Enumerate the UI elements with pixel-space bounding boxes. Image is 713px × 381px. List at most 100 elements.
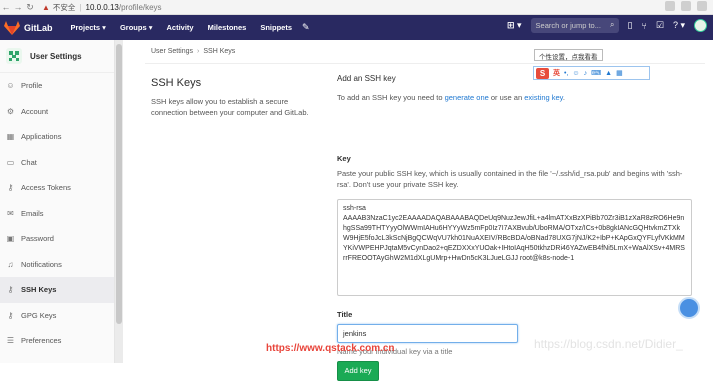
insecure-label[interactable]: 不安全: [53, 2, 76, 13]
sidebar-item-gpg-keys[interactable]: ⚷ GPG Keys: [0, 303, 114, 329]
emoji-icon[interactable]: ☺: [572, 70, 579, 77]
add-key-button[interactable]: Add key: [337, 361, 379, 381]
sidebar-item-ssh-keys[interactable]: ⚷ SSH Keys: [0, 277, 114, 303]
gpg-key-icon: ⚷: [7, 310, 14, 320]
ime-tooltip: 个性设置，点我看看: [534, 49, 603, 61]
gitlab-brand[interactable]: GitLab: [24, 23, 53, 33]
sidebar: User Settings ☺ Profile ⚙ Account ▦ Applica…: [0, 40, 123, 363]
ime-mode-toggle[interactable]: 英: [553, 68, 560, 78]
breadcrumb: User Settings › SSH Keys: [151, 48, 235, 55]
floating-action-button[interactable]: [678, 297, 700, 319]
sidebar-item-account[interactable]: ⚙ Account: [0, 99, 114, 125]
envelope-icon: ✉: [7, 208, 14, 218]
user-avatar[interactable]: [694, 19, 707, 32]
ssh-key-icon: ⚷: [7, 285, 14, 295]
title-label: Title: [337, 310, 353, 319]
key-label: Key: [337, 154, 351, 163]
sidebar-title: User Settings: [30, 51, 82, 61]
url-divider: |: [79, 2, 82, 12]
generate-one-link[interactable]: generate one: [445, 93, 489, 102]
sidebar-item-password[interactable]: ▣ Password: [0, 226, 114, 252]
toolbox-icon[interactable]: ▦: [616, 69, 623, 77]
gitlab-logo-icon[interactable]: [4, 20, 20, 35]
gitlab-header: GitLab Projects ▾ Groups ▾ Activity Mile…: [0, 15, 713, 40]
sidebar-item-label: Preferences: [21, 336, 62, 346]
microphone-icon[interactable]: ♪: [584, 70, 588, 77]
sidebar-scrollbar[interactable]: [115, 40, 123, 363]
nav-snippets[interactable]: Snippets: [260, 23, 292, 32]
watermark-left: https://www.qstack.com.cn: [266, 343, 395, 354]
nav-groups[interactable]: Groups ▾: [120, 23, 153, 32]
sidebar-item-label: GPG Keys: [21, 310, 57, 320]
nav-milestones[interactable]: Milestones: [208, 23, 247, 32]
ssh-intro: SSH Keys SSH keys allow you to establish…: [151, 77, 316, 118]
breadcrumb-parent[interactable]: User Settings: [151, 48, 193, 55]
back-icon[interactable]: ←: [0, 2, 12, 12]
punctuation-icon[interactable]: •,: [564, 70, 568, 77]
sidebar-item-label: SSH Keys: [21, 285, 57, 295]
lock-icon: ▣: [6, 234, 15, 244]
title-input[interactable]: jenkins: [337, 324, 518, 343]
sidebar-item-chat[interactable]: ▭ Chat: [0, 150, 114, 176]
skin-icon[interactable]: ▲: [605, 70, 612, 77]
merge-requests-icon[interactable]: ⑂: [641, 21, 646, 31]
browser-actions: [665, 1, 707, 11]
reload-icon[interactable]: ↻: [24, 2, 36, 13]
instructions-mid: or use an: [488, 93, 525, 102]
sidebar-item-label: Chat: [21, 157, 37, 167]
sidebar-item-label: Applications: [21, 132, 62, 142]
warning-triangle-icon[interactable]: ▲: [42, 3, 50, 12]
url-host: 10.0.0.13: [85, 2, 119, 12]
new-plus-icon[interactable]: ⊞ ▾: [507, 20, 522, 31]
ime-toolbar[interactable]: S 英 •, ☺ ♪ ⌨ ▲ ▦: [533, 66, 650, 80]
keyboard-icon[interactable]: ⌨: [591, 69, 601, 77]
forward-icon[interactable]: →: [12, 2, 24, 12]
watermark-right: https://blog.csdn.net/Didier_: [534, 337, 683, 351]
sidebar-item-applications[interactable]: ▦ Applications: [0, 124, 114, 150]
nav-activity[interactable]: Activity: [166, 23, 193, 32]
sidebar-item-notifications[interactable]: ♫ Notifications: [0, 252, 114, 278]
address-bar[interactable]: 10.0.0.13/profile/keys: [86, 3, 162, 12]
key-help-text: Paste your public SSH key, which is usua…: [337, 169, 683, 189]
translate-icon[interactable]: [665, 1, 675, 11]
bell-icon: ♫: [7, 259, 14, 269]
help-icon[interactable]: ? ▾: [673, 20, 685, 31]
page-title: SSH Keys: [151, 77, 202, 89]
account-gear-icon: ⚙: [6, 106, 15, 116]
user-icon: ☺: [6, 81, 15, 91]
admin-wrench-icon[interactable]: ✎: [302, 22, 310, 33]
search-placeholder: Search or jump to...: [535, 21, 601, 30]
chat-icon: ▭: [6, 157, 15, 167]
sogou-logo-icon[interactable]: S: [536, 67, 549, 79]
breadcrumb-divider: [145, 63, 705, 64]
url-path: /profile/keys: [118, 2, 162, 12]
grid-icon: ▦: [6, 132, 15, 142]
main-content: User Settings › SSH Keys SSH Keys SSH keys…: [125, 40, 713, 381]
sidebar-item-label: Emails: [21, 208, 44, 218]
breadcrumb-current[interactable]: SSH Keys: [203, 48, 235, 55]
sidebar-item-emails[interactable]: ✉ Emails: [0, 201, 114, 227]
todos-icon[interactable]: ☑: [656, 20, 664, 31]
nav-projects[interactable]: Projects ▾: [71, 23, 106, 32]
browser-profile-icon[interactable]: [697, 1, 707, 11]
issues-icon[interactable]: ▯: [628, 20, 633, 31]
sidebar-item-profile[interactable]: ☺ Profile: [0, 73, 114, 99]
sidebar-item-access-tokens[interactable]: ⚷ Access Tokens: [0, 175, 114, 201]
sidebar-header[interactable]: User Settings: [0, 40, 114, 73]
top-nav: Projects ▾ Groups ▾ Activity Milestones …: [71, 23, 293, 32]
existing-key-link[interactable]: existing key: [524, 93, 563, 102]
sidebar-item-label: Profile: [21, 81, 43, 91]
header-right: ⊞ ▾ Search or jump to... ⌕ ▯ ⑂ ☑ ? ▾: [507, 18, 707, 33]
key-icon: ⚷: [7, 183, 14, 193]
key-textarea[interactable]: ssh-rsa AAAAB3NzaC1yc2EAAAADAQABAAABAQDe…: [337, 199, 692, 296]
sidebar-item-preferences[interactable]: ☰ Preferences: [0, 328, 114, 354]
search-icon: ⌕: [610, 20, 615, 29]
breadcrumb-separator-icon: ›: [197, 48, 200, 55]
preferences-icon: ☰: [6, 336, 15, 346]
sidebar-item-label: Account: [21, 106, 49, 116]
user-settings-avatar-icon: [6, 48, 22, 64]
sidebar-item-label: Notifications: [21, 259, 62, 269]
search-input[interactable]: Search or jump to... ⌕: [530, 18, 619, 33]
bookmark-star-icon[interactable]: [681, 1, 691, 11]
scrollbar-thumb[interactable]: [116, 44, 122, 324]
